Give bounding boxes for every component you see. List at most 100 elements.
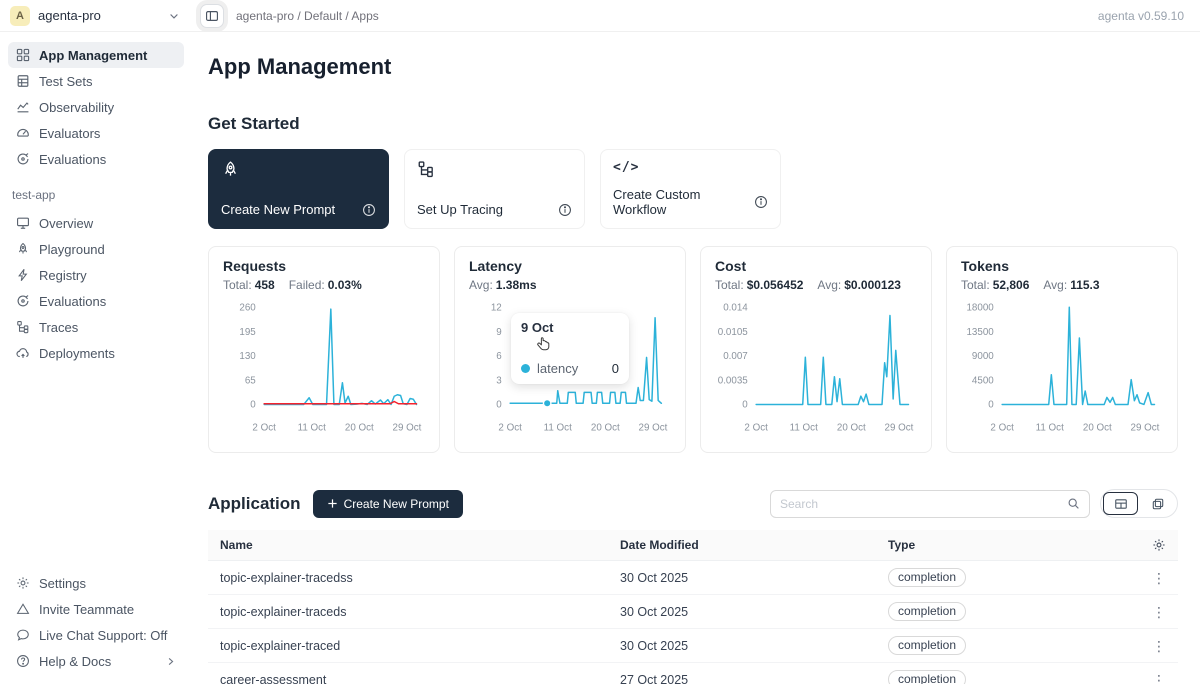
svg-text:12: 12 — [491, 302, 502, 313]
row-menu-button[interactable]: ⋮ — [1098, 673, 1178, 684]
playground-icon — [16, 242, 30, 256]
svg-text:29 Oct: 29 Oct — [638, 423, 667, 434]
observability-icon — [16, 100, 30, 114]
code-icon: </> — [613, 160, 768, 175]
svg-text:0.014: 0.014 — [723, 302, 748, 313]
svg-text:130: 130 — [239, 351, 256, 362]
deployments-icon — [16, 346, 30, 360]
requests-chart[interactable]: 0651301952602 Oct11 Oct20 Oct29 Oct — [223, 296, 425, 436]
chat-icon — [16, 628, 30, 642]
metric-title: Tokens — [961, 258, 1163, 274]
set-up-tracing-card[interactable]: Set Up Tracing — [404, 149, 585, 229]
search-input[interactable] — [780, 497, 1067, 511]
svg-text:29 Oct: 29 Oct — [1130, 423, 1159, 434]
app-version: agenta v0.59.10 — [1098, 9, 1200, 23]
table-view-button[interactable] — [1103, 492, 1138, 515]
sidebar-item-label: Overview — [39, 216, 93, 231]
application-title: Application — [208, 494, 301, 514]
table-view-icon — [1114, 497, 1128, 511]
create-new-prompt-button[interactable]: Create New Prompt — [313, 490, 463, 518]
table-row[interactable]: topic-explainer-traceds 30 Oct 2025 comp… — [208, 595, 1178, 629]
app-date-modified: 30 Oct 2025 — [608, 639, 876, 653]
sidebar-item-help-docs[interactable]: Help & Docs — [8, 648, 184, 674]
info-icon[interactable] — [558, 203, 572, 217]
row-menu-button[interactable]: ⋮ — [1098, 639, 1178, 653]
sidebar-item-evaluators[interactable]: Evaluators — [8, 120, 184, 146]
svg-text:11 Oct: 11 Oct — [1036, 423, 1064, 434]
info-icon[interactable] — [362, 203, 376, 217]
column-settings[interactable] — [1098, 538, 1178, 552]
overview-icon — [16, 216, 30, 230]
app-name: topic-explainer-tracedss — [208, 571, 608, 585]
sidebar-item-overview[interactable]: Overview — [8, 210, 184, 236]
svg-text:2 Oct: 2 Oct — [252, 423, 276, 434]
column-header-name[interactable]: Name — [208, 538, 608, 552]
svg-text:29 Oct: 29 Oct — [884, 423, 913, 434]
svg-text:2 Oct: 2 Oct — [498, 423, 522, 434]
table-row[interactable]: topic-explainer-traced 30 Oct 2025 compl… — [208, 629, 1178, 663]
type-badge: completion — [888, 568, 966, 587]
get-started-title: Get Started — [208, 114, 1178, 134]
row-menu-button[interactable]: ⋮ — [1098, 605, 1178, 619]
sidebar-group-label: test-app — [8, 172, 184, 210]
application-table: Name Date Modified Type topic-explainer-… — [208, 530, 1178, 684]
sidebar-item-playground[interactable]: Playground — [8, 236, 184, 262]
sidebar-item-registry[interactable]: Registry — [8, 262, 184, 288]
sidebar-item-invite-teammate[interactable]: Invite Teammate — [8, 596, 184, 622]
search-box — [770, 490, 1090, 518]
workspace-selector[interactable]: A agenta-pro — [0, 6, 192, 26]
svg-text:11 Oct: 11 Oct — [298, 423, 326, 434]
plus-icon — [327, 498, 338, 509]
evaluations-icon — [16, 294, 30, 308]
sidebar-item-live-chat-support[interactable]: Live Chat Support: Off — [8, 622, 184, 648]
card-view-button[interactable] — [1140, 492, 1175, 515]
svg-text:0: 0 — [496, 400, 502, 411]
invite-icon — [16, 602, 30, 616]
sidebar-item-test-sets[interactable]: Test Sets — [8, 68, 184, 94]
sidebar-item-settings[interactable]: Settings — [8, 570, 184, 596]
application-header: Application Create New Prompt — [208, 489, 1178, 518]
sidebar-item-deployments[interactable]: Deployments — [8, 340, 184, 366]
latency-metric-card: Latency Avg:1.38ms 0369122 Oct11 Oct20 O… — [454, 246, 686, 453]
svg-text:20 Oct: 20 Oct — [837, 423, 866, 434]
svg-text:0.0035: 0.0035 — [718, 375, 749, 386]
row-menu-button[interactable]: ⋮ — [1098, 571, 1178, 585]
metric-stats: Total:458 Failed:0.03% — [223, 278, 425, 292]
sidebar-item-traces[interactable]: Traces — [8, 314, 184, 340]
view-toggle — [1100, 489, 1178, 518]
sidebar-item-label: Invite Teammate — [39, 602, 134, 617]
create-new-prompt-card[interactable]: Create New Prompt — [208, 149, 389, 229]
tokens-chart[interactable]: 04500900013500180002 Oct11 Oct20 Oct29 O… — [961, 296, 1163, 436]
info-icon[interactable] — [754, 195, 768, 209]
svg-text:20 Oct: 20 Oct — [345, 423, 374, 434]
cursor-pointer-icon — [535, 336, 619, 353]
workspace-name: agenta-pro — [38, 8, 101, 23]
breadcrumb[interactable]: agenta-pro / Default / Apps — [236, 9, 379, 23]
search-icon[interactable] — [1067, 497, 1080, 510]
sidebar-item-label: Observability — [39, 100, 114, 115]
sidebar-item-label: Evaluations — [39, 152, 106, 167]
metric-cards: Requests Total:458 Failed:0.03% 06513019… — [208, 246, 1178, 453]
create-custom-workflow-card[interactable]: </> Create Custom Workflow — [600, 149, 781, 229]
svg-text:0: 0 — [742, 400, 748, 411]
column-header-type[interactable]: Type — [876, 538, 1098, 552]
sidebar-item-app-management[interactable]: App Management — [8, 42, 184, 68]
svg-text:9: 9 — [496, 327, 501, 338]
column-header-date-modified[interactable]: Date Modified — [608, 538, 876, 552]
sidebar-toggle-button[interactable] — [200, 4, 224, 28]
app-date-modified: 27 Oct 2025 — [608, 673, 876, 684]
svg-text:65: 65 — [245, 375, 256, 386]
cost-chart[interactable]: 00.00350.0070.01050.0142 Oct11 Oct20 Oct… — [715, 296, 917, 436]
svg-text:260: 260 — [239, 302, 256, 313]
sidebar-item-label: Evaluations — [39, 294, 106, 309]
app-name: topic-explainer-traceds — [208, 605, 608, 619]
sidebar-item-evaluations-app[interactable]: Evaluations — [8, 288, 184, 314]
table-row[interactable]: topic-explainer-tracedss 30 Oct 2025 com… — [208, 561, 1178, 595]
sidebar-item-label: Help & Docs — [39, 654, 111, 669]
sidebar-item-evaluations[interactable]: Evaluations — [8, 146, 184, 172]
card-view-icon — [1151, 497, 1165, 511]
card-label: Set Up Tracing — [417, 202, 503, 217]
table-row[interactable]: career-assessment 27 Oct 2025 completion… — [208, 663, 1178, 684]
sidebar-item-observability[interactable]: Observability — [8, 94, 184, 120]
table-header: Name Date Modified Type — [208, 530, 1178, 561]
